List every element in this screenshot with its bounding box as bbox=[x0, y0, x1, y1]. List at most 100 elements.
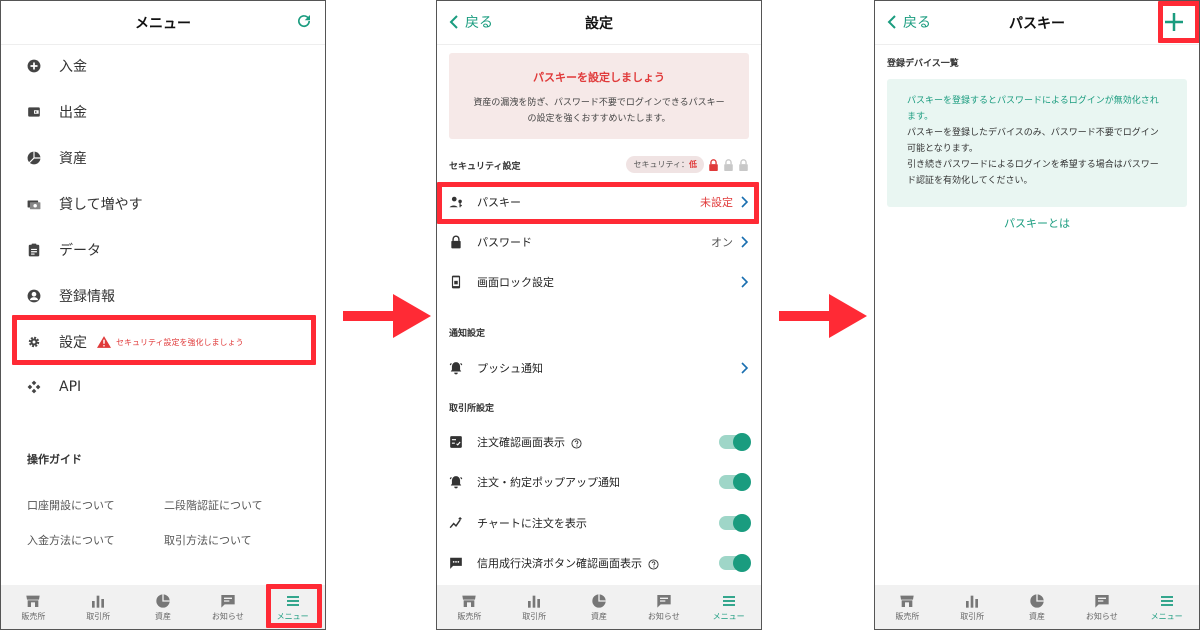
row-label: 画面ロック設定 bbox=[477, 276, 554, 289]
security-section-title: セキュリティ設定 bbox=[449, 162, 521, 172]
menu-header: メニュー bbox=[1, 1, 325, 45]
settings-row-password[interactable]: パスワード オン bbox=[449, 227, 749, 257]
nav-label: 販売所 bbox=[895, 611, 920, 621]
row-label: チャートに注文を表示 bbox=[477, 517, 587, 530]
menu-item-label: 資産 bbox=[59, 151, 87, 167]
menu-item-data[interactable]: データ bbox=[27, 240, 101, 260]
chevron-right-icon bbox=[741, 276, 749, 288]
nav-label: 取引所 bbox=[522, 611, 547, 621]
nav-exchange[interactable]: 取引所 bbox=[940, 585, 1005, 629]
nav-label: 資産 bbox=[590, 611, 607, 621]
nav-shop[interactable]: 販売所 bbox=[1, 585, 66, 629]
settings-row-push[interactable]: プッシュ通知 bbox=[449, 353, 749, 383]
help-icon[interactable] bbox=[571, 437, 582, 449]
nav-shop[interactable]: 販売所 bbox=[875, 585, 940, 629]
nav-assets[interactable]: 資産 bbox=[131, 585, 196, 629]
menu-item-label: API bbox=[59, 379, 82, 395]
highlight-passkey-row bbox=[437, 182, 759, 224]
api-icon bbox=[27, 380, 41, 394]
nav-exchange[interactable]: 取引所 bbox=[502, 585, 567, 629]
nav-label: メニュー bbox=[1150, 611, 1183, 621]
wallet-icon bbox=[28, 107, 40, 117]
shop-icon bbox=[26, 595, 41, 607]
nav-assets[interactable]: 資産 bbox=[567, 585, 632, 629]
menu-item-label: 入金 bbox=[59, 59, 87, 75]
passkey-screen: 戻る パスキー 登録デバイス一覧 パスキーを登録するとパスワードによるログインが… bbox=[874, 0, 1200, 630]
menu-screen: メニュー 入金 出金 資産 貸して増やす データ 登録情報 設定 セキュリティ設… bbox=[0, 0, 326, 630]
menu-item-lend[interactable]: 貸して増やす bbox=[27, 194, 143, 214]
highlight-add-button bbox=[1158, 1, 1199, 43]
message-icon bbox=[657, 594, 671, 608]
nav-shop[interactable]: 販売所 bbox=[437, 585, 502, 629]
settings-row-chart-orders: チャートに注文を表示 bbox=[449, 508, 751, 538]
bar-chart-icon bbox=[92, 595, 105, 608]
nav-label: お知らせ bbox=[1085, 611, 1118, 621]
chart-sparkle-icon bbox=[449, 517, 462, 529]
guide-link-two-factor[interactable]: 二段階認証について bbox=[164, 497, 263, 513]
passkey-alert: パスキーを設定しましょう 資産の漏洩を防ぎ、パスワード不要でログインできるパスキ… bbox=[449, 53, 749, 139]
refresh-icon[interactable] bbox=[295, 12, 313, 30]
message-icon bbox=[221, 594, 235, 608]
checklist-icon bbox=[450, 436, 462, 448]
arrow-right-icon bbox=[779, 294, 867, 338]
security-level-value: 低 bbox=[689, 160, 697, 169]
pie-chart-icon bbox=[156, 593, 170, 608]
bell-icon bbox=[449, 362, 463, 375]
nav-assets[interactable]: 資産 bbox=[1005, 585, 1070, 629]
order-popup-toggle[interactable] bbox=[719, 473, 751, 491]
nav-menu[interactable]: メニュー bbox=[696, 585, 761, 629]
nav-news[interactable]: お知らせ bbox=[1069, 585, 1134, 629]
guide-link-deposit-method[interactable]: 入金方法について bbox=[27, 532, 115, 548]
highlight-menu-tab bbox=[266, 584, 322, 628]
chevron-right-icon bbox=[741, 362, 749, 374]
chat-dots-icon bbox=[450, 557, 462, 569]
lock-icon bbox=[451, 235, 461, 249]
nav-menu[interactable]: メニュー bbox=[1134, 585, 1199, 629]
page-title: メニュー bbox=[135, 16, 191, 32]
row-label-text: 信用成行決済ボタン確認画面表示 bbox=[477, 557, 642, 570]
guide-link-account-open[interactable]: 口座開設について bbox=[27, 497, 115, 513]
order-confirm-toggle[interactable] bbox=[719, 433, 751, 451]
lock-icon bbox=[739, 158, 748, 171]
row-label: 注文・約定ポップアップ通知 bbox=[477, 476, 620, 489]
nav-news[interactable]: お知らせ bbox=[195, 585, 260, 629]
nav-label: 販売所 bbox=[457, 611, 482, 621]
settings-row-order-popup: 注文・約定ポップアップ通知 bbox=[449, 467, 751, 497]
pie-chart-icon bbox=[1030, 593, 1044, 608]
nav-label: 資産 bbox=[1028, 611, 1045, 621]
info-text: 引き続きパスワードによるログインを希望する場合はパスワード認証を有効化してくださ… bbox=[907, 160, 1159, 186]
help-icon[interactable] bbox=[648, 558, 659, 570]
passkey-header: 戻る パスキー bbox=[875, 1, 1199, 45]
nav-label: お知らせ bbox=[211, 611, 244, 621]
security-level-label: セキュリティ： bbox=[633, 160, 689, 169]
lend-icon bbox=[27, 200, 41, 210]
menu-item-api[interactable]: API bbox=[27, 379, 81, 395]
settings-header: 戻る 設定 bbox=[437, 1, 761, 45]
menu-item-deposit[interactable]: 入金 bbox=[27, 56, 87, 76]
menu-item-account[interactable]: 登録情報 bbox=[27, 286, 115, 306]
guide-link-trade-method[interactable]: 取引方法について bbox=[164, 532, 252, 548]
settings-row-screen-lock[interactable]: 画面ロック設定 bbox=[449, 267, 749, 297]
settings-row-order-confirm: 注文確認画面表示 bbox=[449, 427, 751, 457]
alert-body: 資産の漏洩を防ぎ、パスワード不要でログインできるパスキーの設定を強くおすすめいた… bbox=[473, 98, 725, 124]
bar-chart-icon bbox=[528, 595, 541, 608]
page-title: 設定 bbox=[585, 16, 613, 32]
nav-label: 取引所 bbox=[960, 611, 985, 621]
nav-news[interactable]: お知らせ bbox=[631, 585, 696, 629]
nav-exchange[interactable]: 取引所 bbox=[66, 585, 131, 629]
row-label: 信用成行決済ボタン確認画面表示 bbox=[477, 555, 719, 571]
row-label: プッシュ通知 bbox=[477, 362, 543, 375]
password-status: オン bbox=[711, 236, 733, 249]
nav-label: 販売所 bbox=[21, 611, 46, 621]
menu-item-withdraw[interactable]: 出金 bbox=[27, 102, 87, 122]
chart-orders-toggle[interactable] bbox=[719, 514, 751, 532]
row-label: パスワード bbox=[477, 236, 532, 249]
menu-item-label: データ bbox=[59, 243, 101, 259]
margin-close-toggle[interactable] bbox=[719, 554, 751, 572]
bottom-nav: 販売所 取引所 資産 お知らせ メニュー bbox=[875, 585, 1199, 629]
menu-item-assets[interactable]: 資産 bbox=[27, 148, 87, 168]
arrow-right-icon bbox=[343, 294, 431, 338]
chevron-right-icon bbox=[741, 236, 749, 248]
row-label-text: 注文確認画面表示 bbox=[477, 436, 565, 449]
what-is-passkey-link[interactable]: パスキーとは bbox=[875, 215, 1199, 231]
